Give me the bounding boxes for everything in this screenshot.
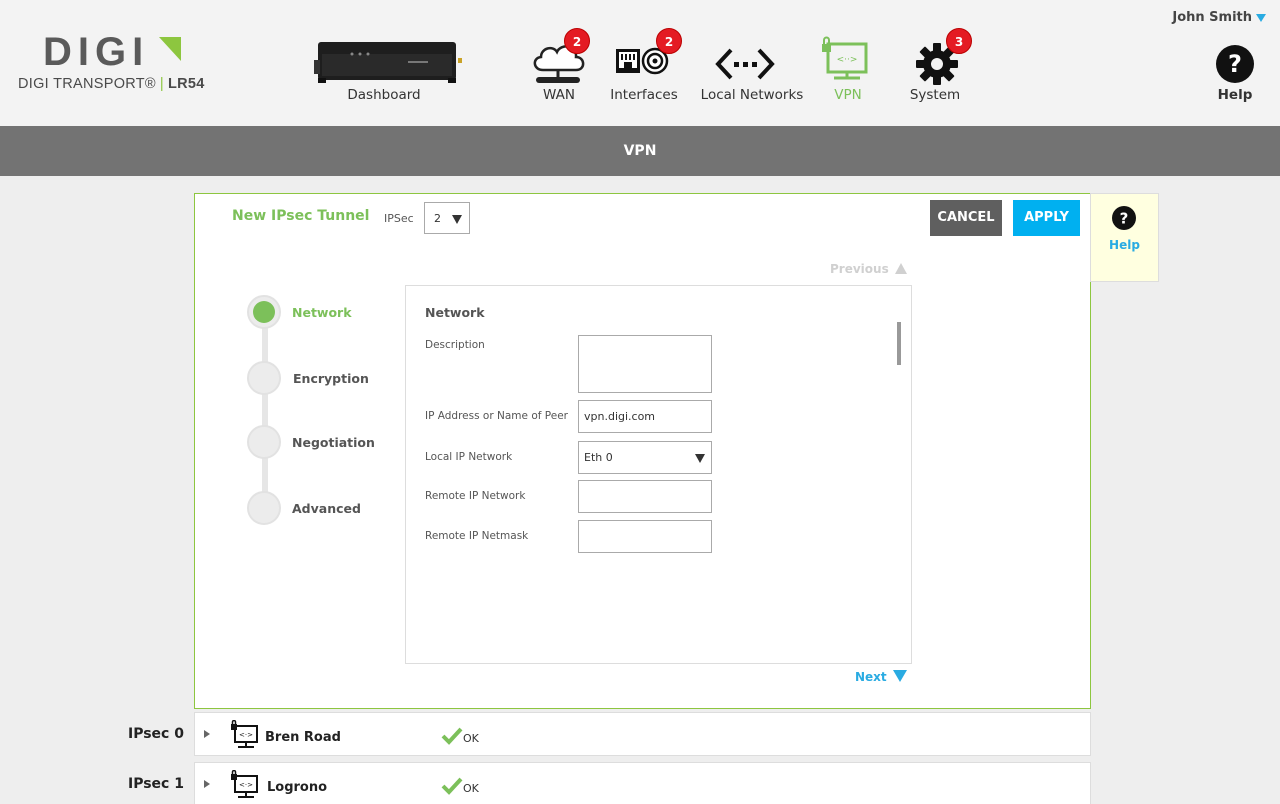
- ipsec-select-value: 2: [434, 212, 441, 225]
- svg-text:<·>: <·>: [239, 781, 253, 789]
- check-icon: [441, 727, 463, 745]
- stepper-line: [262, 312, 268, 508]
- chevron-down-icon: [695, 454, 705, 463]
- remote-network-field[interactable]: [578, 480, 712, 513]
- model-text: LR54: [168, 76, 205, 92]
- nav-dashboard-label: Dashboard: [347, 87, 421, 103]
- expand-arrow-icon[interactable]: [204, 730, 210, 738]
- tunnel-name: Logrono: [267, 780, 328, 795]
- help-icon: ?: [1216, 45, 1254, 83]
- local-network-value: Eth 0: [584, 451, 613, 464]
- nav-interfaces-label: Interfaces: [610, 87, 678, 103]
- arrow-up-icon: [894, 263, 907, 274]
- help-icon: ?: [1112, 206, 1136, 230]
- ipsec-select[interactable]: 2: [424, 202, 470, 234]
- logo-triangle-icon: [159, 37, 181, 61]
- nav-system-label: System: [909, 87, 961, 103]
- remote-network-label: Remote IP Network: [425, 490, 526, 502]
- vpn-monitor-icon: <··>: [822, 36, 868, 80]
- tunnel-status: OK: [463, 732, 479, 745]
- cancel-button[interactable]: CANCEL: [930, 200, 1002, 236]
- form-title: Network: [425, 305, 485, 320]
- nav-system[interactable]: 3 System: [904, 0, 972, 126]
- previous-label: Previous: [830, 262, 889, 276]
- step-label: Advanced: [292, 501, 361, 516]
- nav-interfaces[interactable]: 2 Interfaces: [606, 0, 682, 126]
- side-help-button[interactable]: ? Help: [1090, 193, 1159, 282]
- description-label: Description: [425, 339, 485, 351]
- next-button[interactable]: Next: [855, 670, 907, 684]
- next-label: Next: [855, 670, 887, 684]
- new-tunnel-panel: New IPsec Tunnel IPSec 2 CANCEL APPLY Pr…: [194, 193, 1091, 709]
- chevron-down-icon: [452, 215, 462, 224]
- product-name: DIGI TRANSPORT® | LR54: [18, 76, 205, 92]
- local-network-label: Local IP Network: [425, 451, 513, 463]
- apply-button[interactable]: APPLY: [1013, 200, 1080, 236]
- remote-netmask-label: Remote IP Netmask: [425, 530, 529, 542]
- logo-wordmark: DIGI: [43, 32, 230, 72]
- expand-arrow-icon[interactable]: [204, 780, 210, 788]
- tunnel-id-label: IPsec 0: [128, 726, 184, 742]
- remote-netmask-field[interactable]: [578, 520, 712, 553]
- svg-text:<·>: <·>: [239, 731, 253, 739]
- nav-dashboard[interactable]: Dashboard: [310, 0, 462, 126]
- scrollbar-thumb[interactable]: [897, 322, 901, 365]
- vpn-monitor-icon: <·>: [231, 770, 258, 798]
- description-field[interactable]: [578, 335, 712, 393]
- arrow-down-icon: [892, 670, 907, 682]
- step-indicator: [247, 361, 281, 395]
- previous-button[interactable]: Previous: [830, 262, 907, 276]
- peer-field[interactable]: vpn.digi.com: [578, 400, 712, 433]
- nav-local-networks[interactable]: Local Networks: [700, 0, 804, 126]
- wan-badge: 2: [564, 28, 590, 54]
- svg-text:?: ?: [1228, 50, 1242, 78]
- system-badge: 3: [946, 28, 972, 54]
- nav-vpn-label: VPN: [834, 87, 862, 103]
- tunnel-status: OK: [463, 782, 479, 795]
- header-help-label: Help: [1217, 87, 1253, 103]
- peer-value: vpn.digi.com: [584, 410, 656, 423]
- nav-vpn[interactable]: <··> VPN: [818, 0, 878, 126]
- tunnel-id-label: IPsec 1: [128, 776, 184, 792]
- ipsec-label: IPSec: [384, 212, 414, 225]
- nav-local-networks-label: Local Networks: [700, 87, 804, 103]
- brand-text: DIGI: [43, 30, 150, 74]
- digi-logo[interactable]: DIGI DIGI TRANSPORT® | LR54: [18, 32, 205, 92]
- check-icon: [441, 777, 463, 795]
- vpn-monitor-icon: <·>: [231, 720, 258, 748]
- network-form: Network Description IP Address or Name o…: [405, 285, 912, 664]
- router-device-icon: [314, 42, 462, 83]
- top-header: DIGI DIGI TRANSPORT® | LR54 Dashboard 2 WA…: [0, 0, 1280, 126]
- step-label: Encryption: [293, 371, 369, 386]
- step-indicator: [247, 425, 281, 459]
- tunnel-name: Bren Road: [265, 730, 341, 745]
- step-label: Negotiation: [292, 435, 375, 450]
- panel-title: New IPsec Tunnel: [232, 208, 370, 224]
- step-indicator: [247, 491, 281, 525]
- interfaces-badge: 2: [656, 28, 682, 54]
- tunnel-row[interactable]: <·> Bren Road OK: [194, 712, 1091, 756]
- nav-wan-label: WAN: [543, 87, 575, 103]
- peer-label: IP Address or Name of Peer: [425, 410, 568, 422]
- network-arrows-icon: [715, 48, 775, 80]
- tunnel-row[interactable]: <·> Logrono OK: [194, 762, 1091, 804]
- page-title-bar: VPN: [0, 126, 1280, 176]
- page-title: VPN: [623, 143, 657, 159]
- product-name-text: DIGI TRANSPORT®: [18, 76, 156, 92]
- side-help-label: Help: [1109, 238, 1140, 252]
- nav-wan[interactable]: 2 WAN: [522, 0, 596, 126]
- header-help[interactable]: ? Help: [1206, 0, 1264, 126]
- local-network-select[interactable]: Eth 0: [578, 441, 712, 474]
- svg-text:<··>: <··>: [837, 55, 858, 65]
- svg-text:?: ?: [1120, 210, 1129, 228]
- step-label: Network: [292, 305, 352, 320]
- step-indicator: [247, 295, 281, 329]
